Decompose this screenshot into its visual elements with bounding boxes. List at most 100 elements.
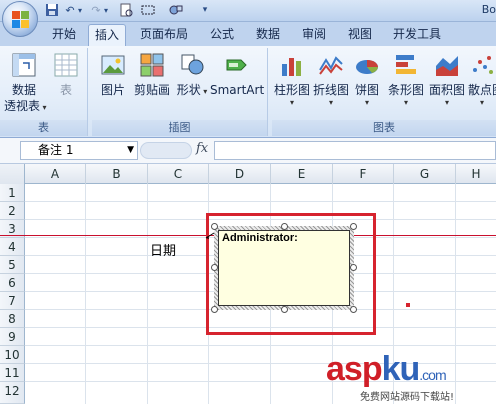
line-chart-dropdown-icon: ▾	[328, 98, 333, 107]
group-charts: 柱形图 ▾ 折线图 ▾ 饼图 ▾ 条形图 ▾ 面积图 ▾ 散点 ▾ 图表	[272, 48, 496, 136]
column-header-g[interactable]: G	[394, 164, 456, 184]
formula-input[interactable]	[214, 141, 496, 160]
column-chart-icon	[279, 52, 305, 78]
tab-data[interactable]: 数据	[250, 24, 286, 46]
comment-body[interactable]: Administrator:	[218, 230, 350, 306]
clip-art-label: 剪贴画	[133, 83, 170, 97]
name-box[interactable]: 备注 1 ▼	[20, 141, 138, 160]
smartart-label: SmartArt	[210, 83, 265, 97]
row-header-6[interactable]: 6	[0, 274, 25, 292]
resize-handle-left[interactable]	[211, 264, 218, 271]
picture-icon	[100, 52, 126, 78]
undo-dropdown-icon[interactable]: ▾	[76, 3, 84, 18]
resize-handle-top-left[interactable]	[211, 223, 218, 230]
pivot-table-label-1: 数据	[11, 83, 36, 97]
watermark-subtitle: 免费网站源码下载站!	[360, 392, 455, 403]
red-marker	[406, 303, 410, 307]
column-header-h[interactable]: H	[456, 164, 496, 184]
row-header-8[interactable]: 8	[0, 310, 25, 328]
table-button[interactable]: 表	[50, 52, 82, 98]
row-header-1[interactable]: 1	[0, 184, 25, 202]
shapes-button[interactable]: 形状 ▾	[176, 52, 208, 98]
row-header-10[interactable]: 10	[0, 346, 25, 364]
group-charts-label: 图表	[272, 120, 496, 136]
picture-button[interactable]: 图片	[98, 52, 128, 98]
scatter-chart-label: 散点图	[468, 83, 496, 97]
formula-bar-splitter[interactable]	[140, 142, 192, 159]
scatter-chart-button[interactable]: 散点图 ▾	[468, 52, 496, 108]
smartart-button[interactable]: SmartArt	[210, 52, 264, 98]
tab-insert[interactable]: 插入	[88, 24, 126, 46]
scatter-chart-dropdown-icon: ▾	[479, 98, 484, 107]
select-all-corner[interactable]	[0, 164, 25, 184]
bar-chart-button[interactable]: 条形图 ▾	[386, 52, 426, 108]
row-header-5[interactable]: 5	[0, 256, 25, 274]
clip-art-button[interactable]: 剪贴画	[132, 52, 172, 98]
resize-handle-top-right[interactable]	[350, 223, 357, 230]
print-preview-icon[interactable]	[118, 3, 134, 18]
column-header-e[interactable]: E	[271, 164, 333, 184]
group-illustrations-label: 插图	[92, 120, 267, 136]
worksheet-grid[interactable]: A B C D E F G H 1 2 3 4 5 6 7 8 9 10 11 …	[0, 164, 496, 404]
office-logo-icon	[12, 11, 30, 29]
select-objects-icon[interactable]	[140, 3, 156, 18]
watermark-logo: aspku.com 免费网站源码下载站!	[326, 350, 496, 404]
column-headers: A B C D E F G H	[0, 164, 496, 184]
pivot-table-button[interactable]: 数据 透视表 ▾	[4, 52, 47, 114]
row-header-2[interactable]: 2	[0, 202, 25, 220]
area-chart-button[interactable]: 面积图 ▾	[428, 52, 466, 108]
column-header-a[interactable]: A	[25, 164, 86, 184]
ribbon: 数据 透视表 ▾ 表 表 图片 剪贴画 形状 ▾ SmartArt 插图 柱形图…	[0, 46, 496, 138]
resize-handle-right[interactable]	[350, 264, 357, 271]
redo-dropdown-icon[interactable]: ▾	[102, 3, 110, 18]
save-icon[interactable]	[44, 3, 60, 18]
shapes-quick-icon[interactable]	[168, 3, 184, 18]
area-chart-label: 面积图	[428, 83, 465, 97]
formula-bar: 备注 1 ▼ fx	[0, 138, 496, 164]
group-tables: 数据 透视表 ▾ 表 表	[0, 48, 88, 136]
gridline	[85, 184, 86, 404]
tab-developer[interactable]: 开发工具	[388, 24, 446, 46]
row-header-4[interactable]: 4	[0, 238, 25, 256]
shapes-icon	[179, 52, 205, 78]
comment-arrow-icon	[205, 231, 215, 239]
resize-handle-bottom-right[interactable]	[350, 306, 357, 313]
gridline	[25, 201, 496, 202]
comment-author: Administrator:	[222, 232, 298, 244]
scatter-chart-icon	[469, 52, 495, 78]
row-header-12[interactable]: 12	[0, 382, 25, 404]
area-chart-dropdown-icon: ▾	[444, 98, 449, 107]
tab-review[interactable]: 审阅	[296, 24, 332, 46]
column-header-f[interactable]: F	[333, 164, 394, 184]
shapes-label: 形状 ▾	[176, 83, 208, 97]
clip-art-icon	[139, 52, 165, 78]
tab-home[interactable]: 开始	[46, 24, 82, 46]
window-title: Bo	[481, 3, 496, 16]
column-chart-button[interactable]: 柱形图 ▾	[274, 52, 310, 108]
tab-view[interactable]: 视图	[342, 24, 378, 46]
row-header-7[interactable]: 7	[0, 292, 25, 310]
table-label: 表	[59, 83, 72, 97]
resize-handle-bottom-left[interactable]	[211, 306, 218, 313]
area-chart-icon	[434, 52, 460, 78]
picture-label: 图片	[100, 83, 125, 97]
tab-page-layout[interactable]: 页面布局	[136, 24, 192, 46]
column-header-c[interactable]: C	[148, 164, 209, 184]
bar-chart-dropdown-icon: ▾	[403, 98, 408, 107]
insert-function-icon[interactable]: fx	[196, 141, 208, 156]
office-button[interactable]	[2, 1, 38, 37]
customize-qat-icon[interactable]: ▾	[200, 3, 210, 18]
column-chart-dropdown-icon: ▾	[289, 98, 294, 107]
pie-chart-button[interactable]: 饼图 ▾	[352, 52, 382, 108]
row-header-9[interactable]: 9	[0, 328, 25, 346]
comment-box[interactable]: Administrator:	[214, 226, 354, 310]
name-box-dropdown-icon[interactable]: ▼	[127, 142, 134, 159]
resize-handle-bottom[interactable]	[281, 306, 288, 313]
resize-handle-top[interactable]	[281, 223, 288, 230]
row-header-11[interactable]: 11	[0, 364, 25, 382]
cell-c4[interactable]: 日期	[150, 240, 176, 259]
tab-formulas[interactable]: 公式	[204, 24, 240, 46]
column-header-b[interactable]: B	[86, 164, 148, 184]
column-header-d[interactable]: D	[209, 164, 271, 184]
line-chart-button[interactable]: 折线图 ▾	[312, 52, 350, 108]
